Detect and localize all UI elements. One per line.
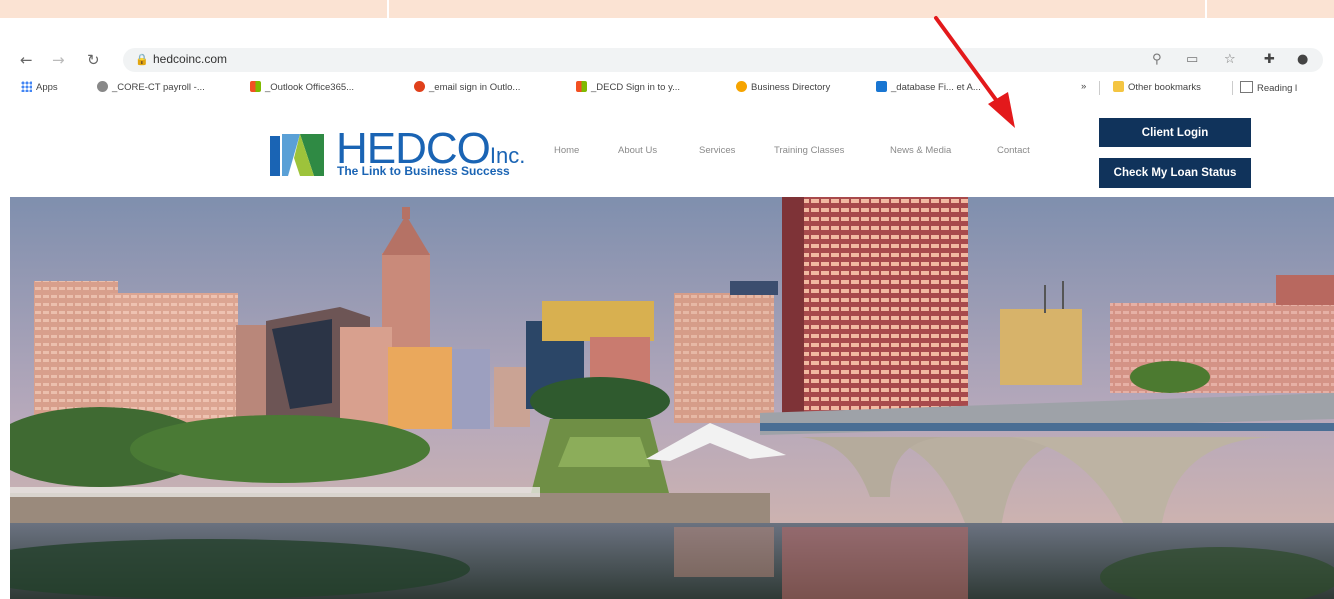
bookmark-label: _CORE-CT payroll -... bbox=[112, 82, 205, 93]
bookmarks-overflow[interactable]: » bbox=[1081, 81, 1086, 92]
star-icon[interactable]: ☆ bbox=[1224, 52, 1236, 67]
hero-skyline-image bbox=[10, 197, 1334, 599]
bookmark-label: _DECD Sign in to y... bbox=[591, 82, 681, 93]
logo-mark-icon bbox=[270, 134, 324, 176]
bookmark-item[interactable]: _CORE-CT payroll -... bbox=[97, 81, 205, 93]
microsoft-icon bbox=[250, 81, 261, 92]
puzzle-icon[interactable]: ✚ bbox=[1264, 52, 1275, 67]
bookmark-label: _email sign in Outlo... bbox=[429, 82, 521, 93]
bookmark-other[interactable]: Other bookmarks bbox=[1113, 81, 1201, 93]
nav-home[interactable]: Home bbox=[554, 145, 579, 156]
bookmark-item[interactable]: _email sign in Outlo... bbox=[414, 81, 520, 93]
bookmark-item[interactable]: _DECD Sign in to y... bbox=[576, 81, 680, 93]
reload-icon[interactable]: ↻ bbox=[87, 51, 100, 69]
back-arrow-icon[interactable]: ← bbox=[20, 51, 33, 69]
hedco-logo[interactable]: HEDCOInc. The Link to Business Success bbox=[270, 126, 535, 180]
nav-services[interactable]: Services bbox=[699, 145, 735, 156]
lock-icon[interactable]: 🔒 bbox=[135, 53, 149, 66]
profile-icon[interactable]: ● bbox=[1297, 52, 1308, 67]
bookmark-label: Other bookmarks bbox=[1128, 82, 1201, 93]
bookmark-label: Reading l bbox=[1257, 83, 1298, 94]
divider bbox=[1232, 81, 1233, 95]
red-arrow-annotation bbox=[934, 16, 1015, 128]
nav-training[interactable]: Training Classes bbox=[774, 145, 844, 156]
nav-about[interactable]: About Us bbox=[618, 145, 657, 156]
office-icon bbox=[414, 81, 425, 92]
client-login-button[interactable]: Client Login bbox=[1099, 118, 1251, 147]
globe-icon bbox=[97, 81, 108, 92]
forward-arrow-icon[interactable]: → bbox=[52, 51, 65, 69]
bookmark-label: Apps bbox=[36, 82, 58, 93]
bookmark-label: Business Directory bbox=[751, 82, 831, 93]
top-strip bbox=[0, 0, 1334, 18]
strip-divider bbox=[1205, 0, 1207, 18]
nav-contact[interactable]: Contact bbox=[997, 145, 1030, 156]
bookmark-apps[interactable]: Apps bbox=[21, 81, 58, 93]
address-bar[interactable] bbox=[123, 48, 1323, 72]
strip-divider bbox=[387, 0, 389, 18]
divider bbox=[1099, 81, 1100, 95]
pencil-icon bbox=[876, 81, 887, 92]
microsoft-icon bbox=[576, 81, 587, 92]
bookmark-item[interactable]: Business Directory bbox=[736, 81, 830, 93]
zoom-icon[interactable]: ⚲ bbox=[1152, 52, 1162, 67]
brand-tagline: The Link to Business Success bbox=[337, 164, 510, 178]
browser-toolbar: ← → ↻ 🔒 hedcoinc.com ⚲ ▭ ☆ ✚ ● bbox=[0, 48, 1334, 74]
url-text[interactable]: hedcoinc.com bbox=[153, 52, 227, 66]
apps-grid-icon bbox=[21, 81, 32, 92]
folder-icon bbox=[1113, 81, 1124, 92]
reading-list-icon bbox=[1240, 81, 1253, 93]
bookmark-item[interactable]: _Outlook Office365... bbox=[250, 81, 354, 93]
bookmark-label: _Outlook Office365... bbox=[265, 82, 355, 93]
sun-icon bbox=[736, 81, 747, 92]
city-skyline-picture bbox=[10, 197, 1334, 599]
cast-icon[interactable]: ▭ bbox=[1186, 52, 1198, 67]
nav-news[interactable]: News & Media bbox=[890, 145, 951, 156]
bookmarks-bar: Apps _CORE-CT payroll -... _Outlook Offi… bbox=[0, 77, 1334, 99]
reading-list[interactable]: Reading l bbox=[1240, 81, 1297, 94]
check-loan-status-button[interactable]: Check My Loan Status bbox=[1099, 158, 1251, 188]
